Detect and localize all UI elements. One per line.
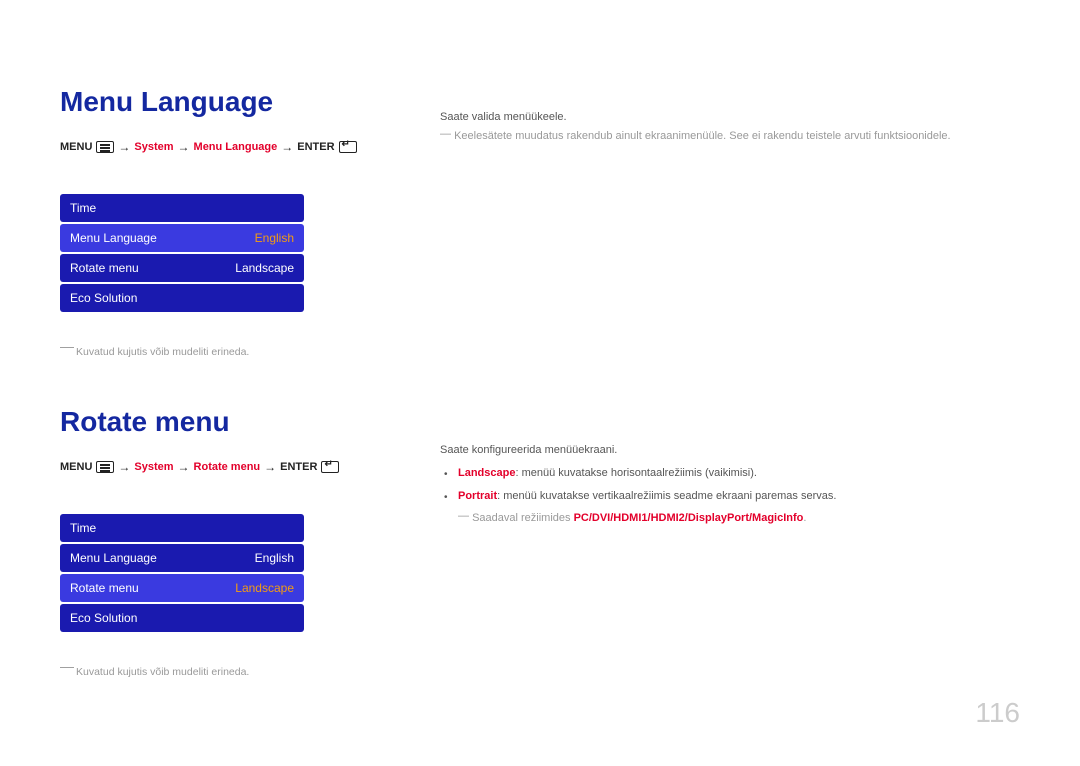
path-item: Menu Language — [194, 141, 278, 153]
arrow-icon: → — [118, 140, 130, 154]
osd-panel-1: Time Menu Language English Rotate menu L… — [60, 194, 304, 312]
osd-row-time[interactable]: Time — [60, 194, 304, 222]
rotate-options-list: Landscape: menüü kuvatakse horisontaalre… — [440, 464, 1020, 505]
list-item: Landscape: menüü kuvatakse horisontaalre… — [458, 464, 1020, 483]
breadcrumb-menu-language: MENU → System → Menu Language → ENTER — [60, 140, 400, 154]
arrow-icon: → — [281, 140, 293, 154]
osd-value: English — [255, 231, 294, 245]
desc-menu-language-2: ― Keelesätete muudatus rakendub ainult e… — [440, 127, 1020, 146]
osd-panel-2: Time Menu Language English Rotate menu L… — [60, 514, 304, 632]
path-item: Rotate menu — [194, 461, 261, 473]
osd-row-eco-solution[interactable]: Eco Solution — [60, 604, 304, 632]
osd-row-eco-solution[interactable]: Eco Solution — [60, 284, 304, 312]
footnote-2: ―Kuvatud kujutis võib mudeliti erineda. — [60, 662, 400, 678]
arrow-icon: → — [178, 140, 190, 154]
osd-row-menu-language[interactable]: Menu Language English — [60, 544, 304, 572]
osd-row-menu-language[interactable]: Menu Language English — [60, 224, 304, 252]
osd-row-rotate-menu[interactable]: Rotate menu Landscape — [60, 574, 304, 602]
osd-label: Time — [70, 201, 96, 215]
enter-icon — [339, 141, 357, 153]
arrow-icon: → — [264, 460, 276, 474]
list-item: Portrait: menüü kuvatakse vertikaalrežii… — [458, 487, 1020, 506]
osd-label: Eco Solution — [70, 291, 137, 305]
heading-menu-language: Menu Language — [60, 86, 400, 118]
footnote-1: ―Kuvatud kujutis võib mudeliti erineda. — [60, 342, 400, 358]
osd-label: Time — [70, 521, 96, 535]
desc-rotate-note: ― Saadaval režiimides PC/DVI/HDMI1/HDMI2… — [440, 509, 1020, 528]
arrow-icon: → — [178, 460, 190, 474]
osd-label: Menu Language — [70, 551, 157, 565]
osd-label: Rotate menu — [70, 581, 139, 595]
osd-label: Eco Solution — [70, 611, 137, 625]
osd-label: Menu Language — [70, 231, 157, 245]
osd-value: English — [255, 551, 294, 565]
osd-row-rotate-menu[interactable]: Rotate menu Landscape — [60, 254, 304, 282]
osd-value: Landscape — [235, 261, 294, 275]
osd-row-time[interactable]: Time — [60, 514, 304, 542]
enter-icon — [321, 461, 339, 473]
page-number: 116 — [975, 697, 1020, 729]
path-enter-label: ENTER — [280, 461, 317, 473]
path-enter-label: ENTER — [297, 141, 334, 153]
desc-rotate-1: Saate konfigureerida menüüekraani. — [440, 441, 1020, 460]
path-system: System — [134, 461, 173, 473]
osd-label: Rotate menu — [70, 261, 139, 275]
path-menu-label: MENU — [60, 141, 92, 153]
menu-icon — [96, 461, 114, 473]
heading-rotate-menu: Rotate menu — [60, 406, 400, 438]
desc-menu-language-1: Saate valida menüükeele. — [440, 108, 1020, 127]
osd-value: Landscape — [235, 581, 294, 595]
arrow-icon: → — [118, 460, 130, 474]
path-system: System — [134, 141, 173, 153]
menu-icon — [96, 141, 114, 153]
path-menu-label: MENU — [60, 461, 92, 473]
breadcrumb-rotate-menu: MENU → System → Rotate menu → ENTER — [60, 460, 400, 474]
